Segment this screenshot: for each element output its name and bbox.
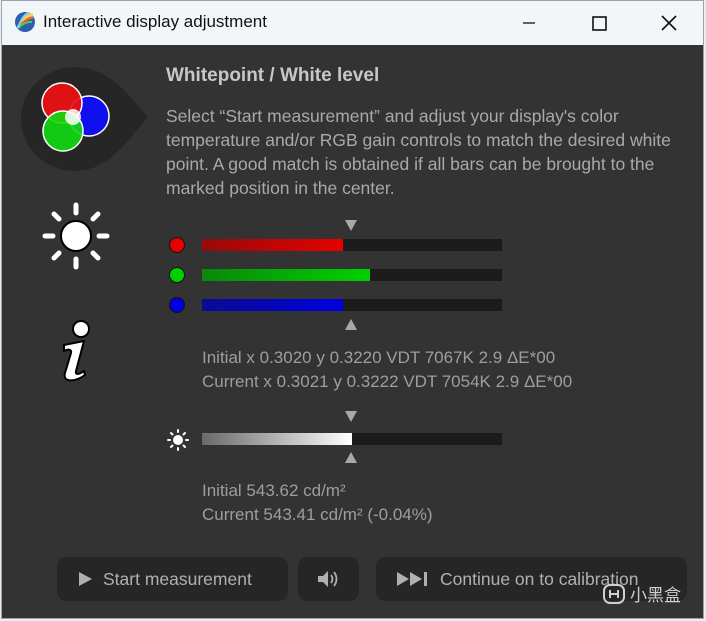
target-marker-top: [345, 220, 357, 231]
blue-channel-bar: [202, 299, 502, 311]
small-sun-icon: [167, 429, 189, 455]
section-heading: Whitepoint / White level: [166, 65, 380, 86]
green-channel-bar: [202, 269, 502, 281]
green-channel-fill: [202, 269, 370, 281]
watermark-logo-icon: [603, 583, 625, 604]
luminance-initial: Initial 543.62 cd/m²: [202, 481, 346, 500]
start-measurement-label: Start measurement: [103, 568, 252, 589]
minimize-button[interactable]: [506, 1, 552, 45]
rgb-circles-icon: [21, 65, 149, 177]
title-bar: Interactive display adjustment: [2, 1, 703, 45]
luminance-bar: [202, 433, 502, 445]
app-window: Interactive display adjustment Whitepoin…: [1, 0, 704, 619]
play-icon: [79, 572, 92, 586]
start-measurement-button[interactable]: Start measurement: [57, 557, 288, 601]
luminance-marker-top: [345, 411, 357, 422]
maximize-button[interactable]: [576, 1, 622, 45]
window-title: Interactive display adjustment: [43, 12, 267, 31]
watermark-text: 小黑盒: [630, 586, 681, 606]
blue-channel-fill: [202, 299, 343, 311]
green-channel-dot: [169, 267, 185, 283]
close-button[interactable]: [646, 1, 692, 45]
red-channel-fill: [202, 239, 343, 251]
whitepoint-initial: Initial x 0.3020 y 0.3220 VDT 7067K 2.9 …: [202, 348, 556, 367]
info-icon: [54, 319, 96, 387]
luminance-marker-bottom: [345, 452, 357, 463]
red-channel-bar: [202, 239, 502, 251]
red-channel-dot: [169, 237, 185, 253]
sound-toggle-button[interactable]: [298, 557, 359, 601]
app-logo-icon: [14, 11, 36, 33]
blue-channel-dot: [169, 297, 185, 313]
speaker-icon: [317, 571, 337, 587]
luminance-current: Current 543.41 cd/m² (-0.04%): [202, 505, 433, 524]
sun-icon: [42, 202, 110, 274]
skip-forward-icon: [397, 572, 427, 586]
instructions-text: Select “Start measurement” and adjust yo…: [166, 106, 671, 198]
whitepoint-current: Current x 0.3021 y 0.3222 VDT 7054K 2.9 …: [202, 372, 573, 391]
luminance-fill: [202, 433, 352, 445]
target-marker-bottom: [345, 319, 357, 330]
watermark: 小黑盒: [602, 581, 681, 606]
